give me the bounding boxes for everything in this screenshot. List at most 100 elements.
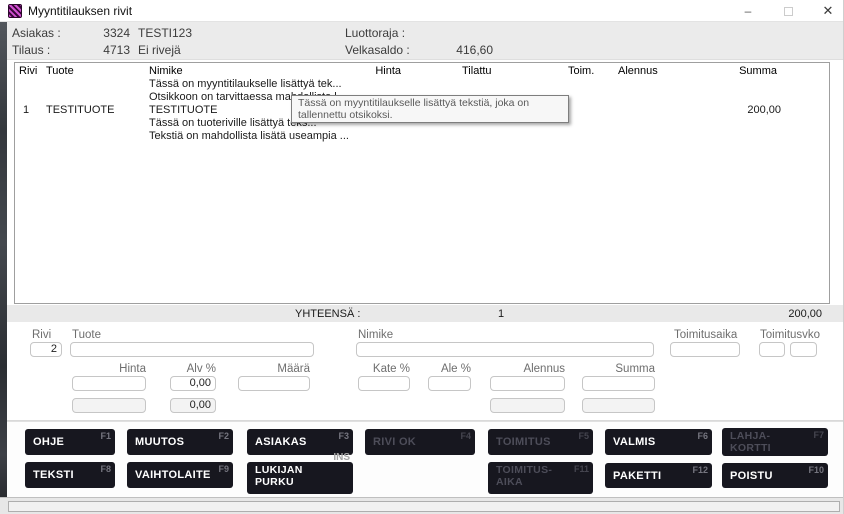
toimitusvko-input-1[interactable]: [759, 342, 785, 357]
window-left-edge: [0, 22, 7, 514]
ohje-shortcut: F1: [100, 431, 111, 441]
ohje-button[interactable]: OHJE F1: [25, 429, 115, 455]
title-bar: Myyntitilauksen rivit – ✕: [0, 0, 844, 22]
teksti-button[interactable]: TEKSTI F8: [25, 462, 115, 488]
muutos-button[interactable]: MUUTOS F2: [127, 429, 233, 455]
ale-field-label: Ale %: [428, 363, 471, 375]
poistu-button[interactable]: POISTU F10: [722, 463, 828, 488]
summa-input[interactable]: [582, 376, 655, 391]
rivi-ok-shortcut: F4: [460, 431, 471, 441]
debt-balance-value: 416,60: [435, 43, 493, 57]
toimitus-button[interactable]: TOIMITUS F5: [488, 429, 593, 455]
function-button-zone: OHJE F1 MUUTOS F2 ASIAKAS F3 RIVI OK F4 …: [7, 421, 844, 497]
maara-field-label: Määrä: [238, 363, 310, 375]
row-nimike-line: Tekstiä on mahdollista lisätä useampia .…: [149, 130, 349, 142]
row-nimike-line: Tässä on myyntitilaukselle lisättyä tek.…: [149, 78, 342, 90]
poistu-button-label: POISTU: [730, 470, 773, 482]
hinta-input-row2: [72, 398, 146, 413]
totals-label: YHTEENSÄ :: [295, 308, 360, 320]
teksti-button-label: TEKSTI: [33, 469, 74, 481]
muutos-shortcut: F2: [218, 431, 229, 441]
order-info: Ei rivejä: [138, 43, 181, 57]
totals-ordered-value: 1: [498, 308, 504, 320]
nimike-field-label: Nimike: [358, 329, 393, 341]
rivi-input[interactable]: 2: [30, 342, 62, 357]
app-icon: [8, 4, 22, 18]
alennus-input[interactable]: [490, 376, 565, 391]
window-title: Myyntitilauksen rivit: [28, 4, 132, 18]
toimitusaika-input[interactable]: [670, 342, 740, 357]
alennus-field-label: Alennus: [490, 363, 565, 375]
alv-field-label: Alv %: [170, 363, 216, 375]
muutos-button-label: MUUTOS: [135, 436, 184, 448]
valmis-button-label: VALMIS: [613, 436, 656, 448]
close-button[interactable]: ✕: [808, 0, 844, 22]
row-product: TESTITUOTE: [46, 104, 114, 116]
status-message-box: [8, 501, 840, 512]
toimitusaika-field-label: Toimitusaika: [674, 329, 737, 341]
valmis-shortcut: F6: [697, 431, 708, 441]
lahjakortti-button[interactable]: LAHJA-KORTTI F7: [722, 428, 828, 456]
col-header-summa: Summa: [739, 65, 777, 77]
order-header-panel: Asiakas : 3324 TESTI123 Tilaus : 4713 Ei…: [7, 22, 844, 60]
summa-field-label: Summa: [582, 363, 655, 375]
alv-input[interactable]: 0,00: [170, 376, 216, 391]
col-header-toim: Toim.: [568, 65, 594, 77]
toimitus-aika-shortcut: F11: [574, 464, 589, 476]
toimitusvko-input-2[interactable]: [790, 342, 817, 357]
paketti-button-label: PAKETTI: [613, 470, 661, 482]
asiakas-button-label: ASIAKAS: [255, 436, 307, 448]
minimize-icon: –: [745, 4, 752, 18]
maara-input[interactable]: [238, 376, 310, 391]
rivi-ok-button-label: RIVI OK: [373, 436, 416, 448]
summa-input-row2: [582, 398, 655, 413]
asiakas-shortcut: F3: [338, 431, 349, 441]
lahjakortti-shortcut: F7: [813, 430, 824, 442]
ale-input[interactable]: [428, 376, 471, 391]
customer-number: 3324: [72, 26, 130, 40]
order-number: 4713: [72, 43, 130, 57]
alv-input-row2: 0,00: [170, 398, 216, 413]
status-bar: [0, 497, 844, 514]
lukijan-purku-button[interactable]: LUKIJAN PURKU INS: [247, 462, 353, 494]
col-header-tilattu: Tilattu: [462, 65, 492, 77]
row-entry-form: Rivi Tuote Nimike Toimitusaika Toimitusv…: [7, 322, 844, 421]
credit-limit-label: Luottoraja :: [345, 26, 405, 40]
paketti-shortcut: F12: [692, 465, 708, 475]
maximize-button[interactable]: [768, 0, 808, 22]
row-number: 1: [23, 104, 29, 116]
row-sum: 200,00: [747, 104, 781, 116]
toimitus-aika-button[interactable]: TOIMITUS-AIKA F11: [488, 462, 593, 494]
kate-input[interactable]: [358, 376, 410, 391]
totals-sum-value: 200,00: [788, 308, 822, 320]
totals-row: YHTEENSÄ : 1 200,00: [7, 305, 844, 322]
lahjakortti-button-label: LAHJA-KORTTI: [730, 431, 792, 454]
customer-name: TESTI123: [138, 26, 192, 40]
vaihtolaite-button[interactable]: VAIHTOLAITE F9: [127, 462, 233, 488]
tuote-input[interactable]: [70, 342, 314, 357]
close-icon: ✕: [823, 3, 834, 18]
rivi-ok-button[interactable]: RIVI OK F4: [365, 429, 475, 455]
col-header-rivi: Rivi: [19, 65, 37, 77]
teksti-shortcut: F8: [100, 464, 111, 474]
toimitus-aika-button-label: TOIMITUS-AIKA: [496, 465, 558, 488]
customer-label: Asiakas :: [12, 26, 61, 40]
kate-field-label: Kate %: [358, 363, 410, 375]
hinta-input[interactable]: [72, 376, 146, 391]
maximize-icon: [784, 7, 793, 16]
rivi-field-label: Rivi: [32, 329, 51, 341]
lukijan-purku-button-label: LUKIJAN PURKU: [255, 465, 315, 488]
toimitusvko-field-label: Toimitusvko: [760, 329, 820, 341]
nimike-input[interactable]: [356, 342, 654, 357]
toimitus-button-label: TOIMITUS: [496, 436, 551, 448]
minimize-button[interactable]: –: [728, 0, 768, 22]
vaihtolaite-button-label: VAIHTOLAITE: [135, 469, 211, 481]
debt-balance-label: Velkasaldo :: [345, 43, 410, 57]
paketti-button[interactable]: PAKETTI F12: [605, 463, 712, 488]
row-text-tooltip: Tässä on myyntitilaukselle lisättyä teks…: [291, 95, 569, 123]
col-header-alennus: Alennus: [618, 65, 658, 77]
col-header-nimike: Nimike: [149, 65, 183, 77]
valmis-button[interactable]: VALMIS F6: [605, 429, 712, 455]
vaihtolaite-shortcut: F9: [218, 464, 229, 474]
tuote-field-label: Tuote: [72, 329, 101, 341]
